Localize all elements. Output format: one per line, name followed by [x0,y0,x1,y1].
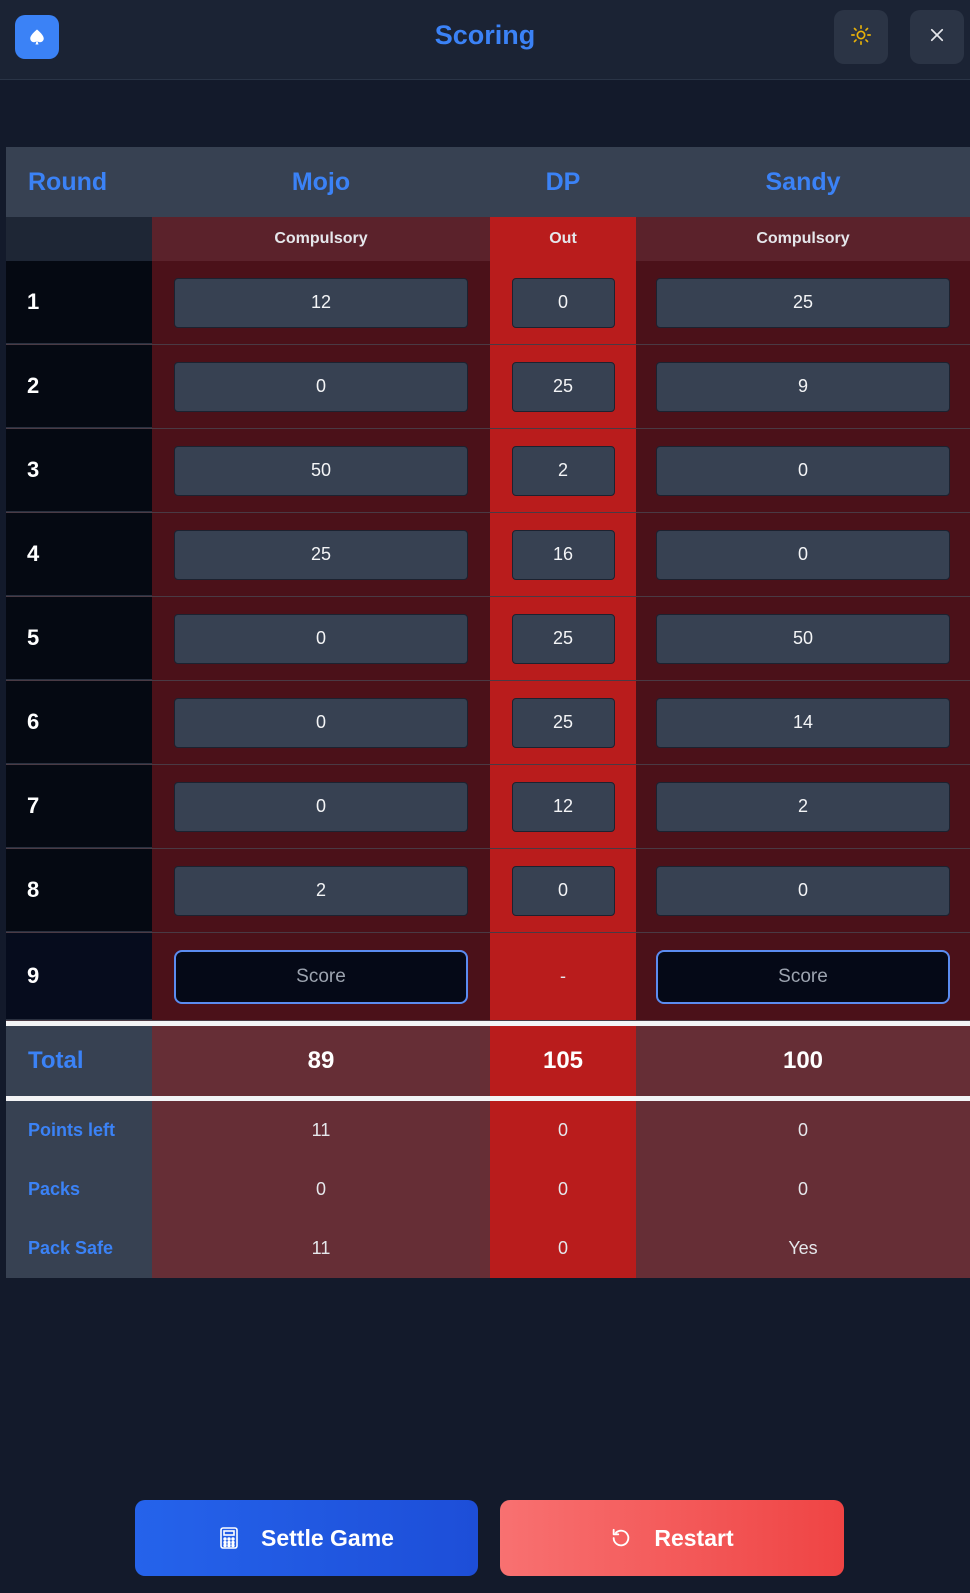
round-number: 4 [6,513,152,596]
player-name-header: Sandy [765,167,841,196]
sun-icon [850,24,872,51]
stat-value: 0 [490,1101,636,1160]
table-row: 4 25 16 0 [6,513,970,597]
score-input[interactable]: 12 [174,277,468,328]
stat-value: 0 [490,1160,636,1219]
stat-label: Points left [6,1101,152,1160]
score-input[interactable]: 0 [174,361,468,412]
restart-button[interactable]: Restart [500,1500,844,1576]
scoring-table: Round Mojo DP Sandy Compulsory Out Compu… [6,147,970,1278]
score-input[interactable]: 25 [511,613,615,664]
score-input[interactable]: 25 [511,697,615,748]
stat-value: 0 [490,1219,636,1278]
score-input[interactable]: 9 [656,361,950,412]
score-input[interactable]: 0 [656,529,950,580]
round-number: 1 [6,261,152,344]
out-placeholder: - [560,966,566,986]
restart-label: Restart [654,1524,734,1551]
table-row: 6 0 25 14 [6,681,970,765]
score-input[interactable]: 0 [174,781,468,832]
total-value: 89 [152,1026,490,1096]
player-status-badge: Out [490,217,636,261]
score-input[interactable]: 2 [656,781,950,832]
round-number: 3 [6,429,152,512]
score-input[interactable]: 50 [174,445,468,496]
table-row: 2 0 25 9 [6,345,970,429]
table-row: 8 2 0 0 [6,849,970,933]
round-number: 7 [6,765,152,848]
score-input[interactable]: 2 [174,865,468,916]
stat-label: Packs [6,1160,152,1219]
player-status-row: Compulsory Out Compulsory [6,217,970,261]
table-row: 7 0 12 2 [6,765,970,849]
score-input[interactable]: 2 [511,445,615,496]
round-column-header: Round [28,167,108,196]
round-number: 9 [6,933,152,1020]
app-header: Scoring [0,0,970,80]
new-score-input[interactable]: Score [656,949,950,1004]
stats-row-pack-safe: Pack Safe 11 0 Yes [6,1219,970,1278]
stat-value: 0 [152,1160,490,1219]
stats-row-points-left: Points left 11 0 0 [6,1101,970,1160]
page-title: Scoring [434,20,536,50]
round-number: 2 [6,345,152,428]
score-input[interactable]: 0 [656,445,950,496]
total-value: 100 [636,1026,970,1096]
player-name-header: DP [545,167,581,196]
score-input[interactable]: 0 [656,865,950,916]
new-score-input[interactable]: Score [174,949,468,1004]
score-input[interactable]: 0 [511,277,615,328]
total-row: Total 89 105 100 [6,1026,970,1096]
settle-game-button[interactable]: Settle Game [135,1500,478,1576]
score-input[interactable]: 0 [174,697,468,748]
close-icon [928,26,946,49]
score-input[interactable]: 50 [656,613,950,664]
score-input[interactable]: 12 [511,781,615,832]
score-input[interactable]: 25 [174,529,468,580]
round-number: 8 [6,849,152,932]
close-button[interactable] [910,10,964,64]
player-name-header: Mojo [291,167,351,196]
score-input[interactable]: 16 [511,529,615,580]
score-input[interactable]: 25 [511,361,615,412]
theme-toggle-button[interactable] [834,10,888,64]
calculator-icon [219,1527,239,1549]
score-input[interactable]: 25 [656,277,950,328]
stat-value: 11 [152,1101,490,1160]
stats-row-packs: Packs 0 0 0 [6,1160,970,1219]
current-round-row: 9 Score - Score [6,933,970,1021]
table-row: 5 0 25 50 [6,597,970,681]
score-input[interactable]: 0 [174,613,468,664]
table-header-row: Round Mojo DP Sandy [6,147,970,217]
table-row: 1 12 0 25 [6,261,970,345]
stat-label: Pack Safe [6,1219,152,1278]
player-status-badge: Compulsory [152,217,490,261]
total-value: 105 [490,1026,636,1096]
stat-value: Yes [636,1219,970,1278]
round-number: 5 [6,597,152,680]
stat-value: 0 [636,1101,970,1160]
stat-value: 11 [152,1219,490,1278]
table-row: 3 50 2 0 [6,429,970,513]
restart-icon [610,1527,632,1549]
stat-value: 0 [636,1160,970,1219]
score-input[interactable]: 14 [656,697,950,748]
total-label: Total [6,1026,152,1096]
player-status-badge: Compulsory [636,217,970,261]
settle-game-label: Settle Game [261,1524,394,1551]
status-spacer [6,217,152,261]
round-number: 6 [6,681,152,764]
score-input[interactable]: 0 [511,865,615,916]
